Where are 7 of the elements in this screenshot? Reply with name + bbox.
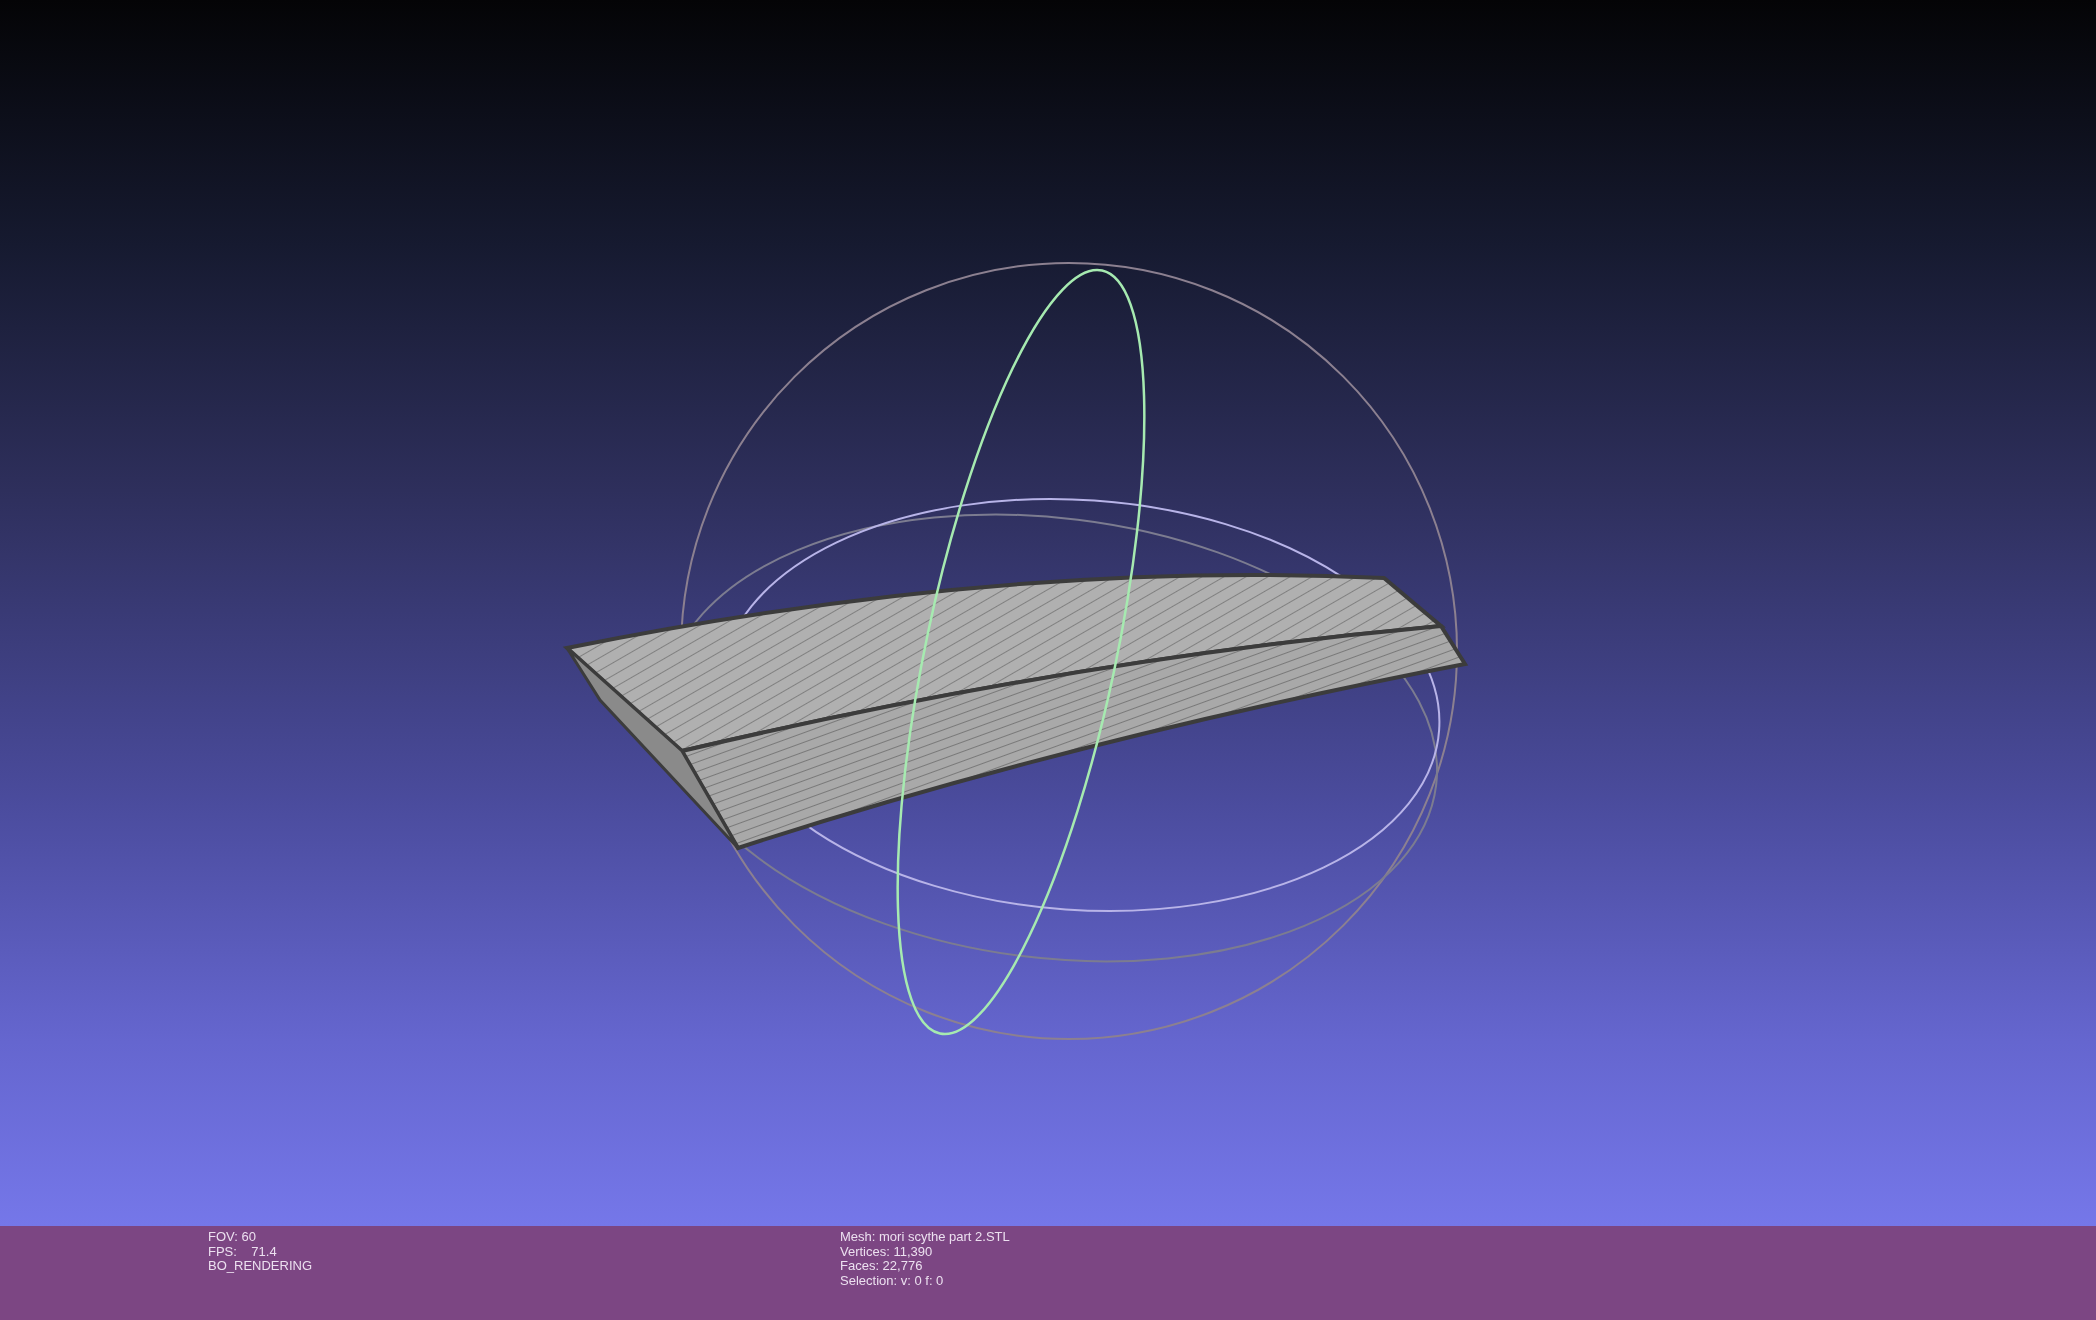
mesh-info-text: Vertices: 11,390 [840, 1244, 933, 1260]
mesh-info-text: Faces: 22,776 [840, 1259, 924, 1275]
mesh-info-text: Mesh: mori scythe part 2.STL [840, 1230, 1010, 1245]
render-info-text: FPS: 71.4 [208, 1244, 278, 1260]
mesh-info-text: Selection: v: 0 f: 0 [840, 1274, 945, 1289]
render-info-text: FOV: 60 [208, 1230, 257, 1245]
render-info-text: BO_RENDERING [208, 1259, 314, 1275]
